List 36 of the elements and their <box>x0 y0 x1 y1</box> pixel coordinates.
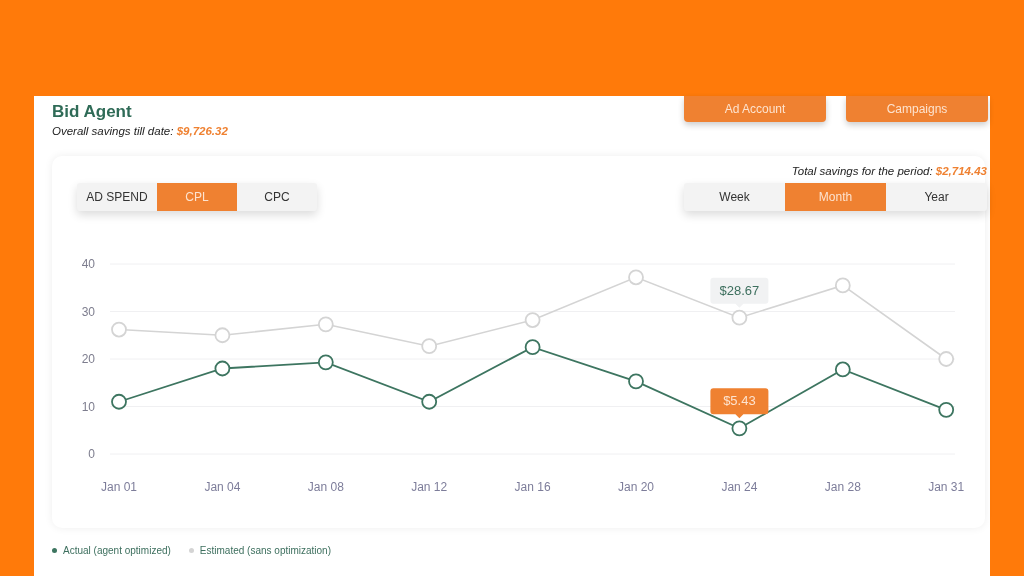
savings-summary: Overall savings till date: $9,726.32 <box>52 125 228 137</box>
axis-label: Jan 01 <box>101 480 137 494</box>
value-tooltip: $5.43 <box>710 388 769 419</box>
tab[interactable]: Week <box>684 183 785 211</box>
axis-label: Jan 04 <box>204 480 241 494</box>
data-point[interactable] <box>524 339 541 356</box>
data-point[interactable] <box>628 373 644 390</box>
axis-label: 10 <box>81 399 95 414</box>
tab[interactable]: AD SPEND <box>77 183 157 211</box>
period-savings: Total savings for the period: $2,714.43 <box>791 165 987 177</box>
axis-label: Jan 24 <box>721 480 758 494</box>
axis-label: Jan 31 <box>928 480 965 494</box>
axis-label: Jan 16 <box>514 480 551 494</box>
data-point[interactable] <box>111 393 127 410</box>
data-point[interactable] <box>731 420 748 437</box>
annotation: $5.43 <box>723 393 756 409</box>
legend-label: Estimated (sans optimization) <box>199 545 331 556</box>
axis-label: 0 <box>88 447 95 461</box>
data-point[interactable] <box>317 354 334 371</box>
axis-label: 20 <box>81 352 95 366</box>
data-point[interactable] <box>214 360 231 377</box>
axis-label: Jan 28 <box>824 480 861 494</box>
axis-label: 40 <box>81 257 95 271</box>
tab[interactable]: Year <box>886 183 987 211</box>
tab[interactable]: CPC <box>237 183 317 211</box>
value-tooltip: $28.67 <box>710 277 769 308</box>
axis-label: 30 <box>81 304 95 319</box>
axis-label: Jan 08 <box>307 480 344 494</box>
data-point[interactable] <box>938 401 955 418</box>
axis-label: Jan 12 <box>411 480 448 494</box>
data-point[interactable] <box>421 393 438 410</box>
annotation: $28.67 <box>719 282 760 298</box>
page-title: Bid Agent <box>52 102 133 122</box>
axis-label: Jan 20 <box>618 480 654 494</box>
data-point[interactable] <box>834 361 851 378</box>
legend-label: Actual (agent optimized) <box>63 545 171 556</box>
